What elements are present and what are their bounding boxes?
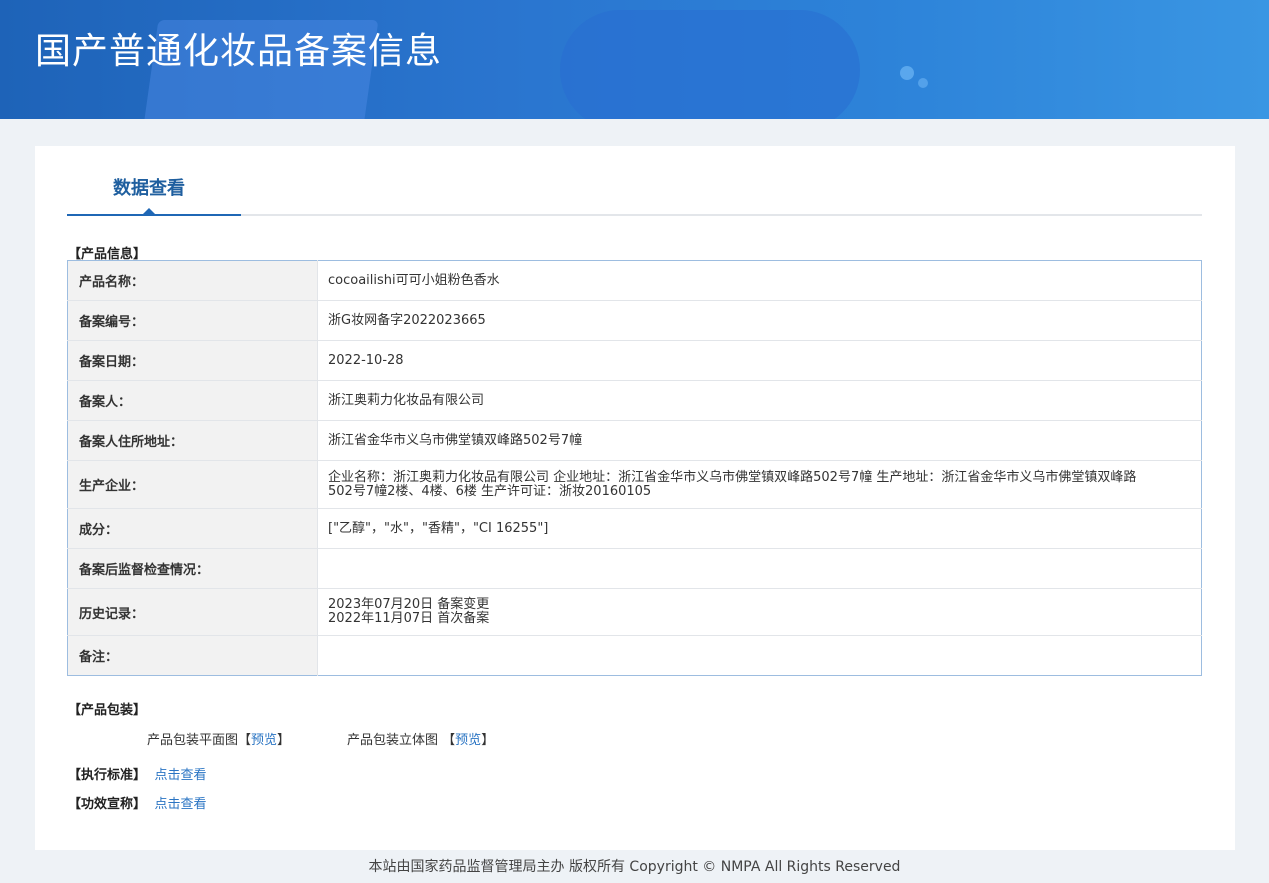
table-row: 备注： [67,635,1202,676]
row-label: 备案后监督检查情况： [67,548,318,589]
row-value [318,636,1202,676]
close-bracket: 】 [277,733,291,748]
table-row: 生产企业： 企业名称：浙江奥莉力化妆品有限公司 企业地址：浙江省金华市义乌市佛堂… [67,460,1202,509]
tab-data-view[interactable]: 数据查看 [67,146,241,216]
open-bracket: 【 [238,733,252,748]
row-label: 产品名称： [67,260,318,301]
history-entry: 2023年07月20日 备案变更 [328,597,490,612]
row-label: 备案人： [67,380,318,421]
packaging-title: 【产品包装】 [68,703,147,718]
efficacy-view-link[interactable]: 点击查看 [155,797,207,812]
row-value: 浙G妆网备字2022023665 [317,300,1202,341]
table-row: 历史记录： 2023年07月20日 备案变更 2022年11月07日 首次备案 [67,588,1202,636]
packaging-solid-label: 产品包装立体图 [347,733,439,748]
table-row: 备案人住所地址： 浙江省金华市义乌市佛堂镇双峰路502号7幢 [67,420,1202,461]
header-decoration [918,78,928,88]
page-footer: 本站由国家药品监督管理局主办 版权所有 Copyright © NMPA All… [368,859,901,875]
row-value: cocoailishi可可小姐粉色香水 [317,260,1202,301]
table-row: 成分： ["乙醇"，"水"，"香精"，"CI 16255"] [67,508,1202,549]
row-label: 备案日期： [67,340,318,381]
table-row: 备案人： 浙江奥莉力化妆品有限公司 [67,380,1202,421]
content-panel: 数据查看 【产品信息】 产品名称： cocoailishi可可小姐粉色香水 备案… [35,146,1235,850]
row-label: 成分： [67,508,318,549]
table-row: 备案后监督检查情况： [67,548,1202,589]
efficacy-title: 【功效宣称】 [68,797,147,812]
table-row: 产品名称： cocoailishi可可小姐粉色香水 [67,260,1202,301]
page-header: 国产普通化妆品备案信息 [0,0,1269,119]
standard-row: 【执行标准】 点击查看 [68,764,207,783]
solid-preview-link[interactable]: 预览 [455,733,481,748]
row-value: 2023年07月20日 备案变更 2022年11月07日 首次备案 [317,588,1202,636]
product-info-table: 产品名称： cocoailishi可可小姐粉色香水 备案编号： 浙G妆网备字20… [67,260,1202,676]
row-value: 浙江省金华市义乌市佛堂镇双峰路502号7幢 [317,420,1202,461]
tab-bar: 数据查看 [67,146,1202,216]
row-label: 备案人住所地址： [67,420,318,461]
packaging-solid-item: 产品包装立体图 【预览】 [347,729,494,748]
header-decoration [900,66,914,80]
tab-label: 数据查看 [113,178,185,199]
row-value: 2022-10-28 [317,340,1202,381]
close-bracket: 】 [481,733,495,748]
row-label: 历史记录： [67,588,318,636]
flat-preview-link[interactable]: 预览 [251,733,277,748]
row-value: 企业名称：浙江奥莉力化妆品有限公司 企业地址：浙江省金华市义乌市佛堂镇双峰路50… [317,460,1202,509]
row-value [317,548,1202,589]
packaging-flat-label: 产品包装平面图 [147,733,239,748]
row-value: ["乙醇"，"水"，"香精"，"CI 16255"] [317,508,1202,549]
page-title: 国产普通化妆品备案信息 [35,31,443,72]
history-entry: 2022年11月07日 首次备案 [328,611,490,626]
row-label: 备注： [67,635,318,676]
row-value: 浙江奥莉力化妆品有限公司 [317,380,1202,421]
header-decoration [560,10,860,119]
table-row: 备案日期： 2022-10-28 [67,340,1202,381]
packaging-flat-item: 产品包装平面图【预览】 [147,729,290,748]
standard-view-link[interactable]: 点击查看 [155,768,207,783]
table-row: 备案编号： 浙G妆网备字2022023665 [67,300,1202,341]
open-bracket: 【 [442,733,456,748]
efficacy-row: 【功效宣称】 点击查看 [68,793,207,812]
standard-title: 【执行标准】 [68,768,147,783]
row-label: 备案编号： [67,300,318,341]
active-tab-caret-icon [143,208,155,214]
row-label: 生产企业： [67,460,318,509]
